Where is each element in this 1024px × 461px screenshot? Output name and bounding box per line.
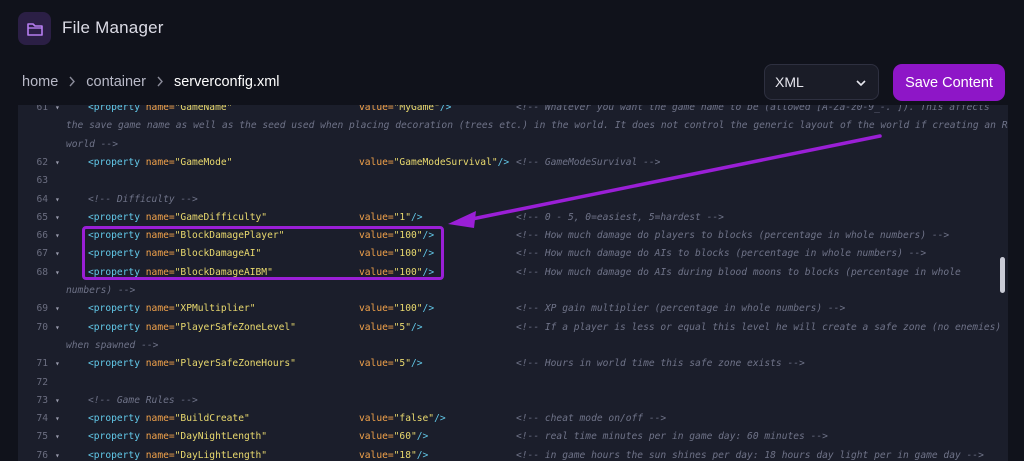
annotation-arrow <box>448 134 882 228</box>
editor-scrollbar[interactable] <box>1000 257 1005 293</box>
